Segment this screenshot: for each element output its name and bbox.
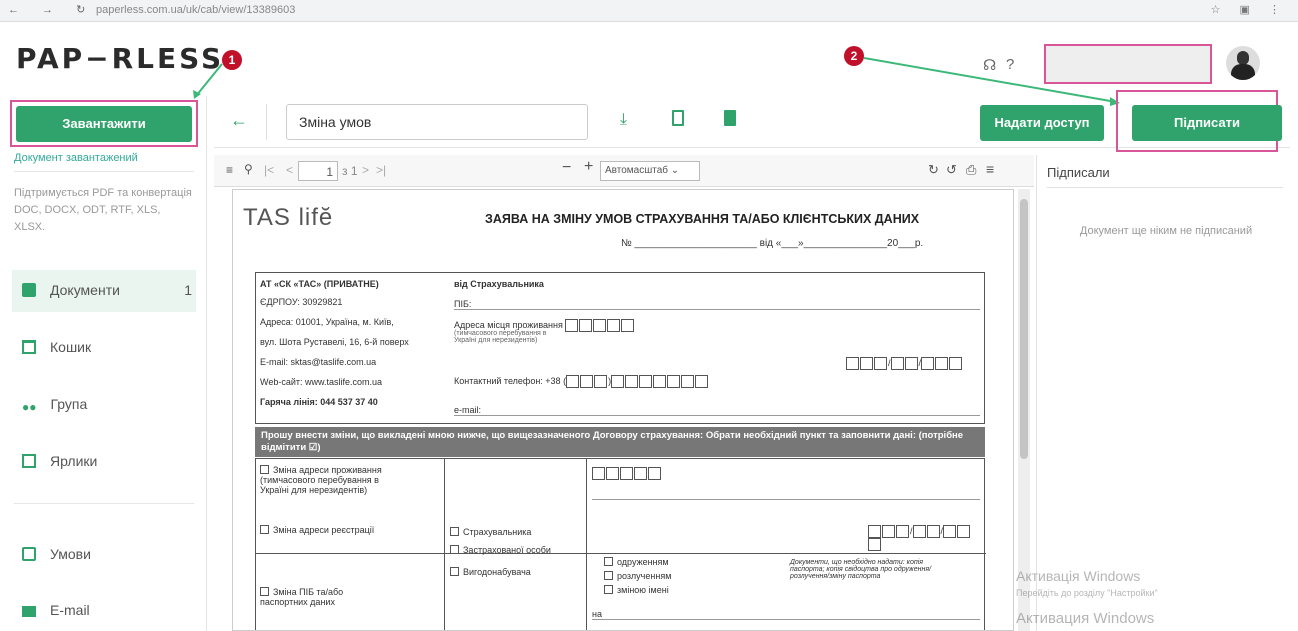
pib-line: ПІБ: <box>454 299 980 310</box>
company-address-2: вул. Шота Руставелі, 16, 6-й поверх <box>260 337 409 347</box>
help-icon[interactable]: ? <box>1006 56 1014 73</box>
mail-icon <box>22 606 36 617</box>
documents-count: 1 <box>184 282 192 298</box>
role-insurer[interactable]: Страхувальника <box>450 527 531 537</box>
company-edrpou: ЄДРПОУ: 30929821 <box>260 297 343 307</box>
reason-divorce[interactable]: розлученням <box>604 571 671 581</box>
company-website: Web-сайт: www.taslife.com.ua <box>260 377 383 387</box>
from-insurer-label: від Страхувальника <box>454 279 544 289</box>
form-options-box: Зміна адреси проживання (тимчасового пер… <box>255 458 986 630</box>
sidebar-border <box>206 96 207 631</box>
terms-icon <box>22 547 36 561</box>
zoom-in-icon[interactable]: + <box>584 158 593 176</box>
reason-name-change[interactable]: зміною імені <box>604 585 669 595</box>
apartment-boxes-2: / / <box>868 525 984 551</box>
option-name-change[interactable]: Зміна ПІБ та/або паспортних даних <box>260 587 390 607</box>
no-signatures-message: Документ ще ніким не підписаний <box>1079 225 1253 237</box>
upload-button[interactable]: Завантажити <box>16 106 192 142</box>
form-number-line: № ______________________ від «___»______… <box>621 238 924 249</box>
taslife-logo: TAS lifĕ <box>243 204 334 231</box>
address-boxes <box>592 467 662 480</box>
phone-field: Контактний телефон: +38 () <box>454 375 709 388</box>
rotate-ccw-icon[interactable]: ↺ <box>946 162 957 178</box>
windows-activation-watermark: Активація Windows <box>1016 568 1141 584</box>
document-name-field[interactable]: Зміна умов <box>286 104 588 140</box>
last-page-icon[interactable]: >| <box>376 163 386 177</box>
delete-icon[interactable] <box>724 110 736 126</box>
option-registration-change[interactable]: Зміна адреси реєстрації <box>260 525 374 535</box>
sidebar-toggle-icon[interactable]: ≡ <box>226 163 233 177</box>
bookmark-icon <box>22 454 36 468</box>
divider <box>14 503 194 504</box>
document-icon <box>22 283 36 297</box>
pdf-viewer-toolbar: ≡ ⚲ |< < 1 з 1 > >| − + Автомасштаб ⌄ ↻ … <box>214 155 1034 187</box>
form-title: ЗАЯВА НА ЗМІНУ УМОВ СТРАХУВАННЯ ТА/АБО К… <box>485 212 920 226</box>
back-arrow-icon[interactable]: ← <box>230 110 248 131</box>
sidebar-item-email[interactable]: E-mail <box>22 602 90 626</box>
rotate-cw-icon[interactable]: ↻ <box>928 162 939 178</box>
option-residence-change[interactable]: Зміна адреси проживання (тимчасового пер… <box>260 465 410 495</box>
page-total: з 1 <box>342 164 358 178</box>
trash-icon <box>22 340 36 354</box>
role-beneficiary[interactable]: Вигодонабувача <box>450 567 531 577</box>
download-icon[interactable]: ⤓ <box>620 111 627 129</box>
upload-status: Документ завантажений <box>14 152 138 164</box>
role-insured[interactable]: Застрахованої особи <box>450 545 551 555</box>
sidebar-item-terms[interactable]: Умови <box>22 546 91 570</box>
sign-button[interactable]: Підписати <box>1132 105 1282 141</box>
company-hotline: Гаряча лінія: 044 537 37 40 <box>260 397 378 407</box>
pdf-page: TAS lifĕ ЗАЯВА НА ЗМІНУ УМОВ СТРАХУВАННЯ… <box>232 189 1014 631</box>
na-line: на <box>592 609 980 620</box>
divider <box>1047 187 1283 188</box>
reason-marriage[interactable]: одруженням <box>604 557 669 567</box>
support-icon[interactable]: ☊ <box>983 56 996 74</box>
divider <box>14 171 194 172</box>
signatures-panel: Підписали Документ ще ніким не підписани… <box>1036 155 1290 631</box>
windows-activation-watermark-2: Активация Windows <box>1016 610 1155 627</box>
email-field: e-mail: <box>454 405 980 416</box>
sidebar-item-trash[interactable]: Кошик <box>22 339 91 363</box>
zoom-select[interactable]: Автомасштаб ⌄ <box>600 161 700 181</box>
sidebar-item-documents[interactable]: Документи 1 <box>22 282 192 306</box>
share-access-button[interactable]: Надати доступ <box>980 105 1104 141</box>
page-number-input[interactable]: 1 <box>298 161 338 181</box>
signed-title: Підписали <box>1047 165 1110 180</box>
sidebar-item-labels[interactable]: Ярлики <box>22 453 97 477</box>
sidebar-item-group[interactable]: ●● Група <box>22 396 87 420</box>
zoom-out-icon[interactable]: − <box>562 159 571 177</box>
avatar[interactable] <box>1226 46 1260 80</box>
apartment-boxes: / / <box>846 357 963 370</box>
first-page-icon[interactable]: |< <box>264 163 274 177</box>
docs-note: Документи, що необхідно надати: копія па… <box>790 559 932 580</box>
search-icon[interactable]: ⚲ <box>244 162 253 176</box>
document-scrollbar-thumb[interactable] <box>1020 199 1028 459</box>
residence-note: (тимчасового перебування в Україні для н… <box>454 330 547 344</box>
windows-activation-hint: Перейдіть до розділу "Настройки" <box>1016 588 1158 598</box>
divider <box>266 104 267 140</box>
company-address: Адреса: 01001, Україна, м. Київ, <box>260 317 394 327</box>
print-icon[interactable]: ⎙ <box>966 162 976 178</box>
bookmark-icon[interactable] <box>672 110 684 126</box>
group-icon: ●● <box>22 400 37 414</box>
company-email: E-mail: sktas@taslife.com.ua <box>260 357 377 367</box>
next-page-icon[interactable]: > <box>362 163 369 177</box>
form-header-box: АТ «СК «ТАС» (ПРИВАТНЕ) ЄДРПОУ: 30929821… <box>255 272 985 424</box>
address-line <box>592 499 980 500</box>
prev-page-icon[interactable]: < <box>286 163 293 177</box>
user-name-box[interactable] <box>1044 44 1212 84</box>
company-name: АТ «СК «ТАС» (ПРИВАТНЕ) <box>260 279 379 289</box>
form-banner: Прошу внести зміни, що викладені мною ни… <box>255 427 985 457</box>
menu-icon[interactable]: ≡ <box>986 161 994 177</box>
supported-formats-note: Підтримується PDF та конвертація DOC, DO… <box>14 187 192 233</box>
